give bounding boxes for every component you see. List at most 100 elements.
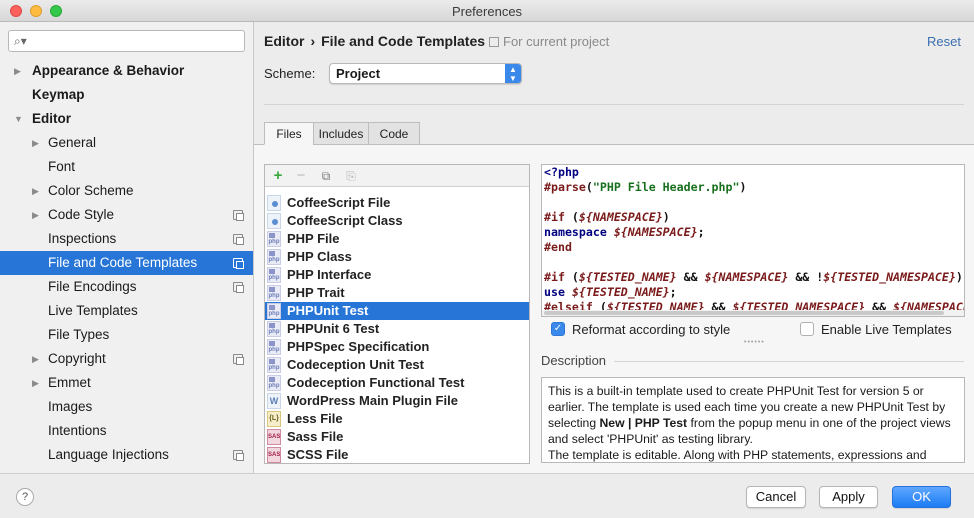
scheme-select[interactable]: Project ▲ ▼ — [329, 63, 522, 84]
sidebar-item-editor[interactable]: ▼ Editor — [0, 107, 253, 131]
tab-includes[interactable]: Includes — [313, 122, 369, 145]
help-button[interactable]: ? — [16, 488, 34, 506]
search-icon: ⌕▾ — [14, 34, 27, 48]
template-list-item[interactable]: php PHPUnit Test — [265, 302, 529, 320]
expanded-arrow-icon[interactable]: ▼ — [14, 107, 23, 131]
ok-button[interactable]: OK — [892, 486, 951, 508]
sidebar-item-font[interactable]: Font — [0, 155, 253, 179]
template-name: Codeception Unit Test — [287, 357, 424, 372]
collapsed-arrow-icon[interactable]: ▶ — [32, 203, 39, 227]
sidebar-item-copyright[interactable]: ▶ Copyright — [0, 347, 253, 371]
template-name: Codeception Functional Test — [287, 375, 465, 390]
template-list-item[interactable]: php Codeception Unit Test — [265, 356, 529, 374]
code-token: ( — [564, 210, 579, 224]
template-list-item[interactable]: SASS Sass File — [265, 428, 529, 446]
live-templates-checkbox[interactable] — [800, 322, 814, 336]
code-line: #if (${NAMESPACE}) — [544, 210, 670, 225]
title-bar: Preferences — [0, 0, 974, 22]
template-list-item[interactable]: php PHP Class — [265, 248, 529, 266]
collapsed-arrow-icon[interactable]: ▶ — [32, 347, 39, 371]
sidebar-item-label: File and Code Templates — [48, 255, 198, 270]
template-list-item[interactable]: CoffeeScript File — [265, 194, 529, 212]
project-scope-icon — [233, 282, 244, 293]
tab-files[interactable]: Files — [264, 122, 314, 145]
header-divider — [264, 104, 964, 105]
template-list-item[interactable]: SASS SCSS File — [265, 446, 529, 463]
splitter-handle[interactable]: •••••• — [744, 339, 765, 346]
collapsed-arrow-icon[interactable]: ▶ — [32, 131, 39, 155]
template-list: + − ⧉ ⎘ CoffeeScript File CoffeeScript Cl… — [264, 164, 530, 464]
collapsed-arrow-icon[interactable]: ▶ — [32, 371, 39, 395]
sidebar-item-keymap[interactable]: Keymap — [0, 83, 253, 107]
template-code-editor[interactable]: #elseif (${TESTED_NAME} && ${TESTED_NAME… — [541, 164, 965, 317]
description-menu-path: New | PHP Test — [599, 416, 688, 430]
template-list-item[interactable]: CoffeeScript Class — [265, 212, 529, 230]
template-list-item[interactable]: php PHP Interface — [265, 266, 529, 284]
copy-template-icon[interactable]: ⧉ — [317, 167, 335, 185]
php-file-icon: php — [267, 303, 281, 319]
template-list-item[interactable]: php PHP Trait — [265, 284, 529, 302]
collapsed-arrow-icon[interactable]: ▶ — [32, 179, 39, 203]
php-file-icon: php — [267, 249, 281, 265]
sidebar-item-file-types[interactable]: File Types — [0, 323, 253, 347]
sidebar-item-label: Live Templates — [48, 303, 138, 318]
add-template-icon[interactable]: + — [269, 167, 287, 185]
template-name: PHPUnit 6 Test — [287, 321, 380, 336]
code-token: ${TESTED_NAMESPACE} — [823, 270, 956, 284]
template-name: SCSS File — [287, 447, 349, 462]
cancel-button[interactable]: Cancel — [746, 486, 806, 508]
code-line: namespace ${NAMESPACE}; — [544, 225, 705, 240]
code-token: <?php — [544, 165, 579, 179]
template-rows[interactable]: CoffeeScript File CoffeeScript Class php PH… — [265, 187, 529, 463]
template-name: PHP Trait — [287, 285, 345, 300]
template-name: PHP Interface — [287, 267, 372, 282]
sidebar-item-appearance-behavior[interactable]: ▶ Appearance & Behavior — [0, 59, 253, 83]
sidebar-item-label: Language Injections — [48, 447, 169, 462]
template-list-item[interactable]: W WordPress Main Plugin File — [265, 392, 529, 410]
code-horizontal-scrollbar[interactable] — [542, 310, 964, 316]
sidebar-item-label: Code Style — [48, 207, 115, 222]
template-name: PHPSpec Specification — [287, 339, 430, 354]
code-token: #parse — [544, 180, 586, 194]
sidebar-item-color-scheme[interactable]: ▶ Color Scheme — [0, 179, 253, 203]
apply-button[interactable]: Apply — [819, 486, 878, 508]
reset-template-icon[interactable]: ⎘ — [342, 167, 360, 185]
scheme-value: Project — [336, 66, 381, 81]
template-list-item[interactable]: php PHP File — [265, 230, 529, 248]
code-token: ( — [585, 180, 593, 194]
sidebar-item-file-encodings[interactable]: File Encodings — [0, 275, 253, 299]
template-name: PHP Class — [287, 249, 352, 264]
sidebar-item-code-style[interactable]: ▶ Code Style — [0, 203, 253, 227]
sidebar-item-general[interactable]: ▶ General — [0, 131, 253, 155]
reformat-label[interactable]: Reformat according to style — [572, 322, 730, 337]
template-list-item[interactable]: {L} Less File — [265, 410, 529, 428]
sidebar-item-live-templates[interactable]: Live Templates — [0, 299, 253, 323]
tab-code[interactable]: Code — [368, 122, 420, 145]
sidebar-item-file-and-code-templates[interactable]: File and Code Templates — [0, 251, 253, 275]
sidebar-item-intentions[interactable]: Intentions — [0, 419, 253, 443]
sidebar-item-images[interactable]: Images — [0, 395, 253, 419]
remove-template-icon[interactable]: − — [292, 167, 310, 185]
code-line: #end — [544, 240, 572, 255]
reset-link[interactable]: Reset — [927, 34, 961, 49]
template-name: CoffeeScript File — [287, 195, 391, 210]
code-token: ${TESTED_NAME} — [571, 285, 670, 299]
breadcrumb-parent[interactable]: Editor — [264, 33, 304, 49]
sidebar-item-label: Copyright — [48, 351, 106, 366]
code-token: #end — [544, 240, 572, 254]
template-list-item[interactable]: php PHPUnit 6 Test — [265, 320, 529, 338]
template-list-item[interactable]: php Codeception Functional Test — [265, 374, 529, 392]
sidebar-item-emmet[interactable]: ▶ Emmet — [0, 371, 253, 395]
sidebar-item-language-injections[interactable]: Language Injections — [0, 443, 253, 467]
sidebar-item-inspections[interactable]: Inspections — [0, 227, 253, 251]
description-text-editable: The template is editable. Along with PHP… — [548, 448, 927, 462]
template-name: Less File — [287, 411, 343, 426]
reformat-checkbox[interactable]: ✓ — [551, 322, 565, 336]
search-input[interactable]: ⌕▾ — [8, 30, 245, 52]
collapsed-arrow-icon[interactable]: ▶ — [14, 59, 21, 83]
live-templates-label[interactable]: Enable Live Templates — [821, 322, 952, 337]
template-list-item[interactable]: php PHPSpec Specification — [265, 338, 529, 356]
code-token: ) — [662, 210, 670, 224]
php-file-icon: php — [267, 267, 281, 283]
scrollbar-thumb[interactable] — [544, 311, 944, 315]
